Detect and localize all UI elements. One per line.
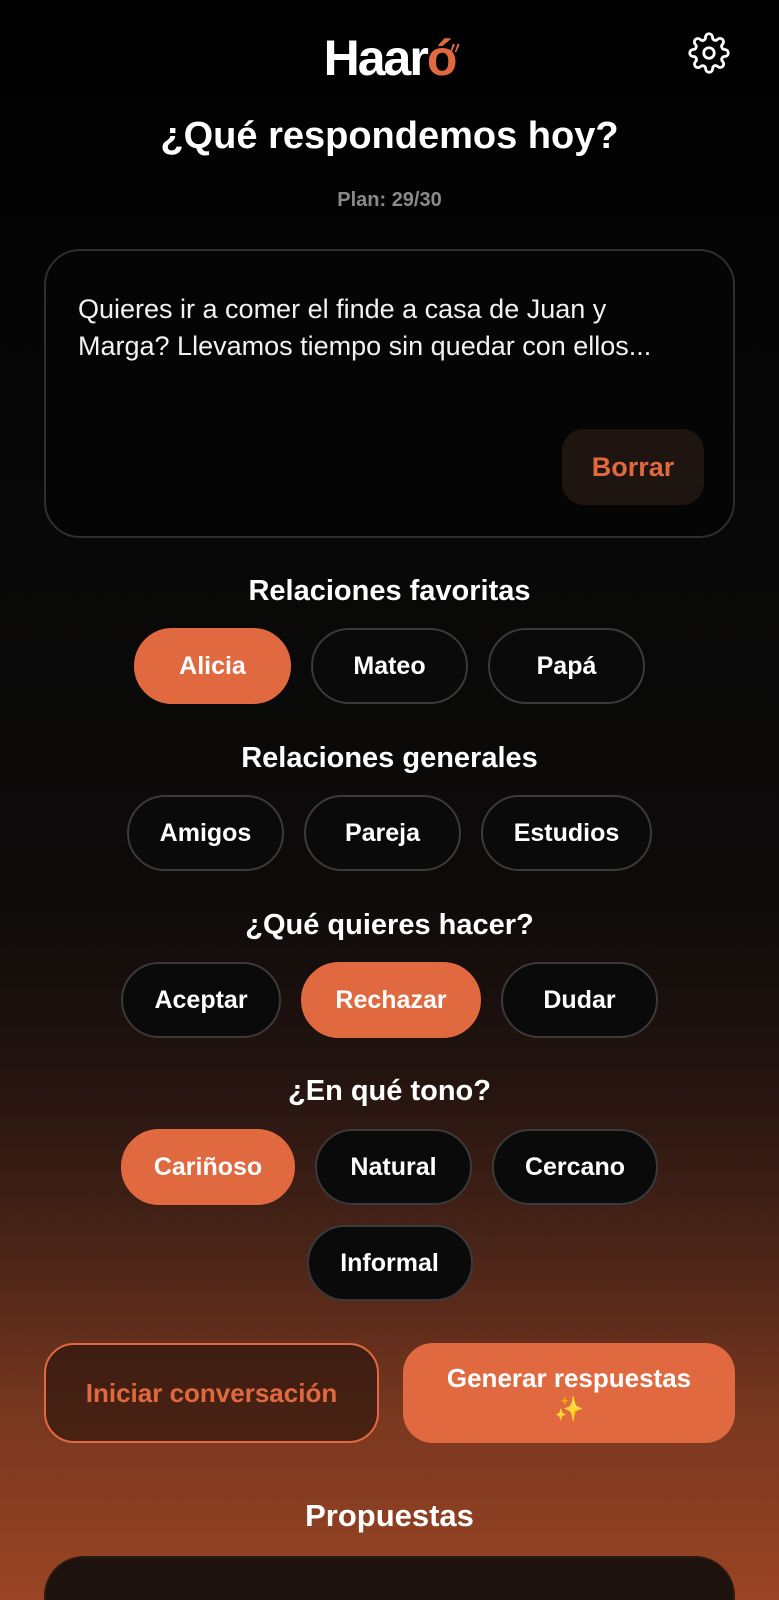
- chip-estudios[interactable]: Estudios: [481, 795, 652, 871]
- chip-rechazar[interactable]: Rechazar: [301, 962, 481, 1038]
- chip-papa[interactable]: Papá: [488, 628, 645, 704]
- chip-aceptar[interactable]: Aceptar: [121, 962, 281, 1038]
- action-buttons: Iniciar conversación Generar respuestas …: [44, 1343, 735, 1443]
- proposals-card: [44, 1556, 735, 1600]
- chip-carinoso[interactable]: Cariñoso: [121, 1129, 295, 1205]
- favorites-title: Relaciones favoritas: [248, 575, 531, 607]
- intent-chips: Aceptar Rechazar Dudar: [0, 962, 779, 1038]
- clear-button[interactable]: Borrar: [562, 429, 704, 505]
- tone-chips-row-2: Informal: [0, 1225, 779, 1301]
- plan-usage: Plan: 29/30: [337, 189, 442, 211]
- gear-icon: [688, 32, 730, 74]
- proposals-title: Propuestas: [305, 1498, 474, 1533]
- generate-responses-button[interactable]: Generar respuestas ✨: [403, 1343, 735, 1443]
- chip-amigos[interactable]: Amigos: [127, 795, 284, 871]
- start-conversation-button[interactable]: Iniciar conversación: [44, 1343, 379, 1443]
- message-text[interactable]: Quieres ir a comer el finde a casa de Ju…: [78, 291, 698, 365]
- general-title: Relaciones generales: [241, 742, 538, 774]
- message-input-box[interactable]: Quieres ir a comer el finde a casa de Ju…: [44, 249, 735, 538]
- settings-button[interactable]: [686, 30, 732, 76]
- page-title: ¿Qué respondemos hoy?: [160, 115, 619, 157]
- chip-alicia[interactable]: Alicia: [134, 628, 291, 704]
- sparkles-icon: ✨: [554, 1396, 584, 1423]
- chip-pareja[interactable]: Pareja: [304, 795, 461, 871]
- chip-informal[interactable]: Informal: [306, 1225, 473, 1301]
- tone-title: ¿En qué tono?: [288, 1075, 491, 1107]
- chip-mateo[interactable]: Mateo: [311, 628, 468, 704]
- tone-chips: Cariñoso Natural Cercano: [0, 1129, 779, 1205]
- chip-natural[interactable]: Natural: [315, 1129, 472, 1205]
- favorites-chips: Alicia Mateo Papá: [0, 628, 779, 704]
- general-chips: Amigos Pareja Estudios: [0, 795, 779, 871]
- intent-title: ¿Qué quieres hacer?: [245, 909, 534, 941]
- chip-dudar[interactable]: Dudar: [501, 962, 658, 1038]
- generate-label: Generar respuestas: [446, 1363, 692, 1393]
- app-logo: Haaró 〃: [323, 30, 463, 86]
- chip-cercano[interactable]: Cercano: [492, 1129, 658, 1205]
- app-header: Haaró 〃: [0, 0, 779, 110]
